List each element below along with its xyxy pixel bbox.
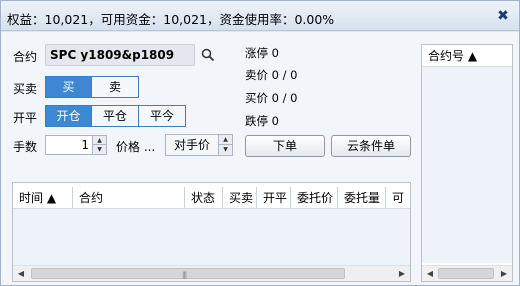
place-order-button[interactable]: 下单 (245, 135, 325, 157)
orders-table: 时间 ▲ 合约 状态 买卖 开平 委托价 委托量 可 ◀ ||| ▶ (12, 182, 411, 282)
limit-down-text: 跌停 0 (245, 114, 279, 128)
orders-table-header: 时间 ▲ 合约 状态 买卖 开平 委托价 委托量 可 (13, 187, 410, 209)
scroll-left-icon[interactable]: ◀ (15, 268, 27, 280)
column-time[interactable]: 时间 ▲ (13, 187, 73, 208)
column-offset[interactable]: 开平 (257, 187, 291, 208)
column-status[interactable]: 状态 (185, 187, 223, 208)
quantity-label: 手数 (13, 140, 38, 154)
orders-horizontal-scrollbar[interactable]: ◀ ||| ▶ (13, 265, 410, 281)
order-panel: 合约 SPC y1809&p1809 买卖 买 卖 开平 开仓 平仓 平今 手数… (1, 32, 519, 285)
scroll-right-icon[interactable]: ▶ (498, 268, 510, 280)
column-contract[interactable]: 合约 (73, 187, 185, 208)
price-up-icon[interactable]: ▲ (219, 135, 232, 145)
contract-list-body (422, 67, 512, 263)
offset-label: 开平 (13, 111, 38, 125)
offset-segment: 开仓 平仓 平今 (45, 105, 186, 127)
column-order-qty[interactable]: 委托量 (338, 187, 386, 208)
stepper-up-icon[interactable]: ▲ (93, 136, 106, 145)
close-icon[interactable]: ✖ (495, 8, 511, 24)
limit-up-text: 涨停 0 (245, 46, 279, 60)
price-down-icon[interactable]: ▼ (219, 145, 232, 155)
close-position-button[interactable]: 平仓 (92, 105, 139, 127)
price-stepper[interactable]: ▲ ▼ (219, 134, 233, 156)
column-direction[interactable]: 买卖 (223, 187, 257, 208)
account-summary: 权益：10,021，可用资金：10,021，资金使用率：0.00% (7, 12, 335, 27)
orders-table-body (13, 209, 410, 265)
buy-button[interactable]: 买 (45, 76, 92, 98)
contract-list-header[interactable]: 合约号 ▲ (422, 45, 512, 67)
scroll-right-icon[interactable]: ▶ (396, 268, 408, 280)
scroll-left-icon[interactable]: ◀ (424, 268, 436, 280)
column-order-price[interactable]: 委托价 (291, 187, 338, 208)
title-bar: 权益：10,021，可用资金：10,021，资金使用率：0.00% ✖ (1, 1, 519, 31)
price-type-field[interactable]: 对手价 (165, 134, 219, 156)
cloud-condition-order-button[interactable]: 云条件单 (331, 135, 411, 157)
quantity-input[interactable]: 1 (45, 135, 93, 155)
ask-price-text: 卖价 0 / 0 (245, 68, 298, 82)
column-more[interactable]: 可 (386, 187, 410, 208)
grip-icon: ||| (182, 271, 187, 279)
open-button[interactable]: 开仓 (45, 105, 92, 127)
search-icon[interactable] (201, 48, 215, 62)
contract-label: 合约 (13, 50, 38, 64)
stepper-down-icon[interactable]: ▼ (93, 145, 106, 154)
close-today-button[interactable]: 平今 (139, 105, 186, 127)
bid-price-text: 买价 0 / 0 (245, 91, 298, 105)
contract-list-scrollbar[interactable]: ◀ ▶ (422, 265, 512, 281)
contract-field[interactable]: SPC y1809&p1809 (45, 44, 195, 66)
order-window: 权益：10,021，可用资金：10,021，资金使用率：0.00% ✖ 合约 S… (0, 0, 520, 286)
sell-button[interactable]: 卖 (92, 76, 139, 98)
contract-list: 合约号 ▲ ◀ ▶ (421, 44, 513, 282)
direction-label: 买卖 (13, 82, 38, 96)
orders-scroll-thumb[interactable]: ||| (31, 268, 345, 279)
direction-segment: 买 卖 (45, 76, 139, 98)
quantity-stepper[interactable]: ▲ ▼ (93, 135, 107, 155)
price-label: 价格 ... (116, 140, 156, 154)
contract-list-scroll-thumb[interactable] (438, 268, 494, 279)
